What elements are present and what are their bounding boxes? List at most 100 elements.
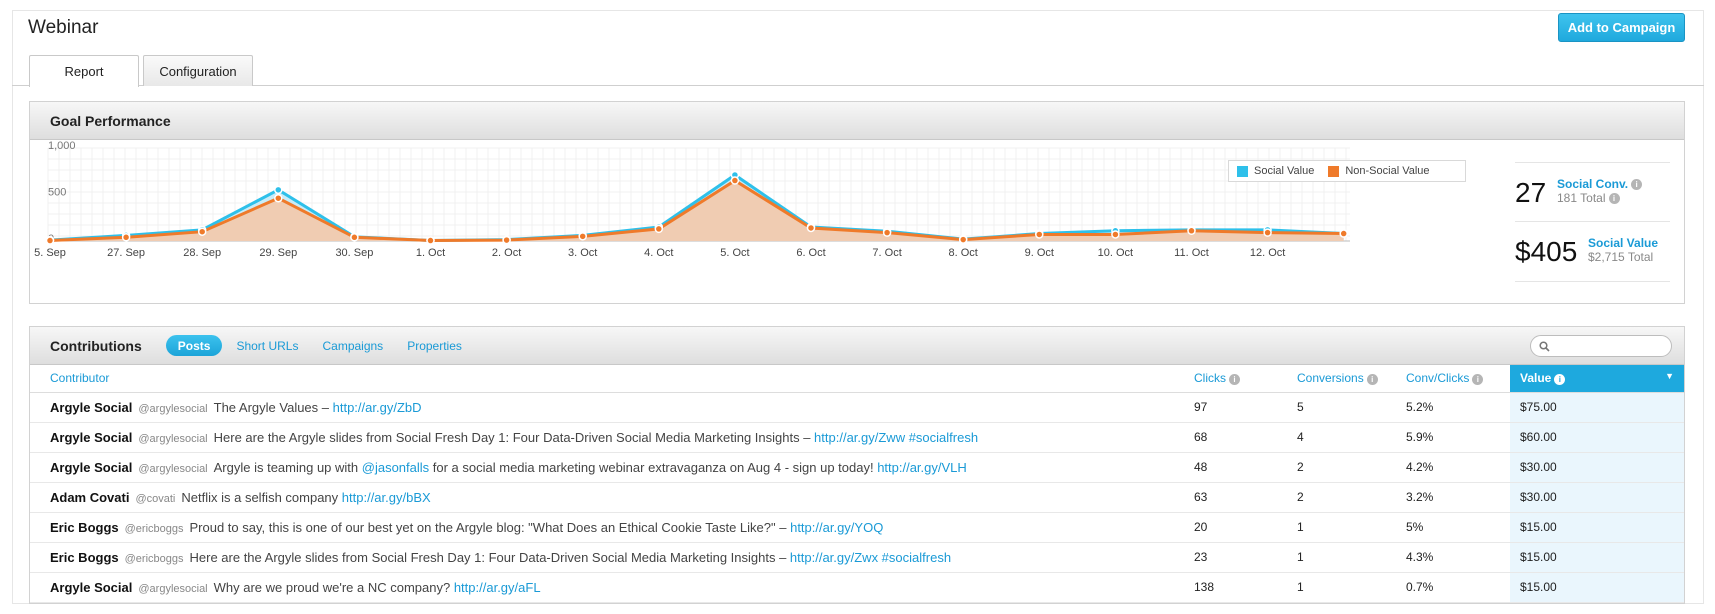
col-value[interactable]: Value i ▼ xyxy=(1510,365,1684,393)
cell-contributor: Argyle Social @argylesocial Here are the A… xyxy=(30,422,1194,453)
contributor-handle[interactable]: @argylesocial xyxy=(138,463,207,475)
tab-short-urls[interactable]: Short URLs xyxy=(236,339,298,353)
data-point xyxy=(806,223,816,233)
cell-clicks: 97 xyxy=(1194,392,1297,423)
contributor-name[interactable]: Argyle Social xyxy=(50,430,132,445)
tab-report[interactable]: Report xyxy=(29,55,139,87)
legend-item-social[interactable]: Social Value xyxy=(1237,165,1314,177)
table-row[interactable]: Argyle Social @argylesocial Here are the A… xyxy=(30,422,1684,453)
cell-conv-clicks: 4.3% xyxy=(1406,542,1510,573)
x-tick-label: 8. Oct xyxy=(949,247,978,259)
x-tick-label: 10. Oct xyxy=(1098,247,1133,259)
x-tick-label: 5. Oct xyxy=(720,247,749,259)
legend-item-non-social[interactable]: Non-Social Value xyxy=(1328,165,1430,177)
page-title: Webinar xyxy=(28,17,99,38)
contributor-name[interactable]: Eric Boggs xyxy=(50,550,119,565)
stat-social-conv-total: 181 Total i xyxy=(1557,191,1620,205)
info-icon[interactable]: i xyxy=(1631,179,1643,191)
post-link-2[interactable]: http://ar.gy/VLH xyxy=(877,460,967,475)
post-link[interactable]: @jasonfalls xyxy=(362,460,429,475)
legend-label-social: Social Value xyxy=(1254,165,1315,177)
goal-performance-header: Goal Performance xyxy=(30,102,1684,140)
data-point xyxy=(1035,230,1044,239)
col-clicks[interactable]: Clicks i xyxy=(1194,365,1297,393)
cell-contributor: Adam Covati @covati Netflix is a selfish c… xyxy=(30,482,1194,513)
cell-value: $30.00 xyxy=(1510,482,1684,513)
table-header-row: Contributor Clicks i Conversions i Conv/Cl… xyxy=(30,365,1684,393)
cell-conv-clicks: 0.7% xyxy=(1406,572,1510,603)
post-text: Here are the Argyle slides from Social F… xyxy=(213,429,815,445)
data-point xyxy=(426,236,435,245)
post-link[interactable]: http://ar.gy/ZbD xyxy=(333,400,422,415)
cell-value: $30.00 xyxy=(1510,452,1684,483)
col-conv-clicks[interactable]: Conv/Clicks i xyxy=(1406,365,1510,393)
table-row[interactable]: Adam Covati @covati Netflix is a selfish c… xyxy=(30,482,1684,513)
tab-properties[interactable]: Properties xyxy=(407,339,462,353)
stat-social-value-label[interactable]: Social Value xyxy=(1588,236,1658,250)
contributor-handle[interactable]: @covati xyxy=(135,493,175,505)
col-contributor[interactable]: Contributor xyxy=(30,365,1194,393)
post-text-2: for a social media marketing webinar ext… xyxy=(429,459,878,475)
data-point xyxy=(121,233,131,242)
post-link[interactable]: http://ar.gy/Zww #socialfresh xyxy=(814,430,978,445)
x-tick-label: 6. Oct xyxy=(796,247,825,259)
cell-value: $75.00 xyxy=(1510,392,1684,423)
post-link[interactable]: http://ar.gy/Zwx #socialfresh xyxy=(790,550,951,565)
info-icon[interactable]: i xyxy=(1472,373,1484,385)
contributor-handle[interactable]: @argylesocial xyxy=(138,403,207,415)
cell-conversions: 2 xyxy=(1297,452,1406,483)
post-link[interactable]: http://ar.gy/aFL xyxy=(454,580,541,595)
data-point xyxy=(350,233,359,242)
contributor-name[interactable]: Argyle Social xyxy=(50,460,132,475)
table-row[interactable]: Eric Boggs @ericboggs Proud to say, this i… xyxy=(30,512,1684,543)
contributor-name[interactable]: Adam Covati xyxy=(50,490,129,505)
search-input[interactable] xyxy=(1554,339,1664,353)
contributor-name[interactable]: Argyle Social xyxy=(50,400,132,415)
cell-contributor: Argyle Social @argylesocial Argyle is team… xyxy=(30,452,1194,483)
contributor-handle[interactable]: @argylesocial xyxy=(138,583,207,595)
x-tick-label: 11. Oct xyxy=(1174,247,1209,259)
post-text: Here are the Argyle slides from Social F… xyxy=(189,549,790,565)
info-icon[interactable]: i xyxy=(1229,373,1240,385)
col-value-label: Value xyxy=(1520,371,1552,386)
stat-social-conv: 27 Social Conv. i 181 Total i xyxy=(1515,162,1670,222)
data-point xyxy=(274,193,283,203)
cell-conv-clicks: 5.2% xyxy=(1406,392,1510,423)
post-text: Argyle is teaming up with xyxy=(213,459,362,475)
table-row[interactable]: Argyle Social @argylesocial The Argyle Val… xyxy=(30,392,1684,423)
contributions-panel: Contributions Posts Short URLs Campaigns… xyxy=(29,326,1685,604)
col-conversions[interactable]: Conversions i xyxy=(1297,365,1406,393)
table-row[interactable]: Argyle Social @argylesocial Why are we pro… xyxy=(30,572,1684,603)
contributor-name[interactable]: Argyle Social xyxy=(50,580,132,595)
contributor-name[interactable]: Eric Boggs xyxy=(50,520,119,535)
stat-social-value-total: $2,715 Total xyxy=(1588,250,1654,264)
tab-campaigns[interactable]: Campaigns xyxy=(322,339,383,353)
contributor-handle[interactable]: @ericboggs xyxy=(125,523,184,535)
contributions-title: Contributions xyxy=(50,337,142,354)
post-link[interactable]: http://ar.gy/YOQ xyxy=(790,520,883,535)
cell-clicks: 48 xyxy=(1194,452,1297,483)
post-link[interactable]: http://ar.gy/bBX xyxy=(342,490,431,505)
post-text: Why are we proud we're a NC company? xyxy=(213,579,454,595)
add-to-campaign-button[interactable]: Add to Campaign xyxy=(1558,13,1685,42)
info-icon[interactable]: i xyxy=(1554,373,1566,385)
cell-contributor: Eric Boggs @ericboggs Here are the Argyle … xyxy=(30,542,1194,573)
data-point xyxy=(882,228,892,237)
tab-configuration[interactable]: Configuration xyxy=(143,55,253,86)
x-tick-label: 5. Sep xyxy=(34,247,66,259)
sort-caret-icon[interactable]: ▼ xyxy=(1665,371,1674,381)
contributor-handle[interactable]: @argylesocial xyxy=(138,433,207,445)
info-icon[interactable]: i xyxy=(1366,373,1378,385)
stat-social-conv-label[interactable]: Social Conv. i xyxy=(1557,177,1643,191)
contributor-handle[interactable]: @ericboggs xyxy=(125,553,184,565)
table-row[interactable]: Argyle Social @argylesocial Argyle is team… xyxy=(30,452,1684,483)
table-row[interactable]: Eric Boggs @ericboggs Here are the Argyle … xyxy=(30,542,1684,573)
goal-chart: 05001,0005. Sep27. Sep28. Sep29. Sep30. … xyxy=(30,140,1480,304)
info-icon[interactable]: i xyxy=(1608,193,1620,205)
tab-posts[interactable]: Posts xyxy=(165,335,223,356)
cell-conversions: 4 xyxy=(1297,422,1406,453)
goal-performance-panel: Goal Performance 05001,0005. Sep27. Sep2… xyxy=(29,101,1685,304)
search-box[interactable] xyxy=(1530,335,1672,357)
x-tick-label: 28. Sep xyxy=(183,247,221,259)
cell-conversions: 1 xyxy=(1297,542,1406,573)
